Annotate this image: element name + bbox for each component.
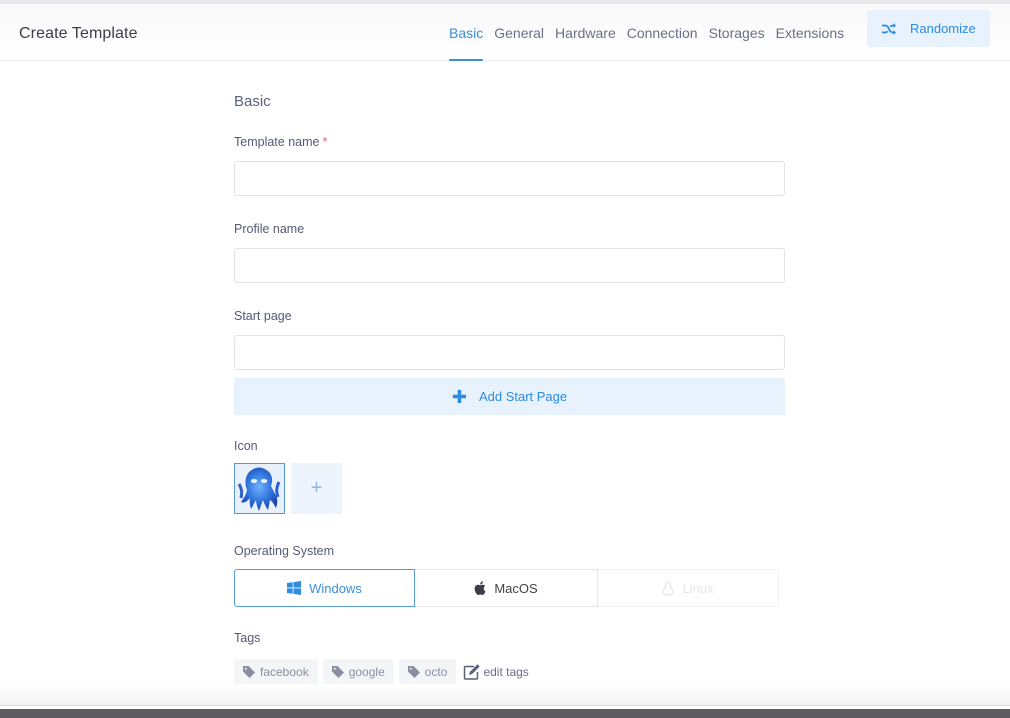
add-start-page-button[interactable]: ✚ Add Start Page (234, 378, 785, 415)
add-icon-button[interactable]: + (291, 463, 342, 514)
tag-icon (407, 665, 420, 678)
edit-icon (464, 663, 481, 680)
start-page-input[interactable] (234, 335, 785, 370)
tag-label: facebook (260, 664, 309, 679)
tag-label: google (348, 664, 385, 679)
os-option-macos[interactable]: MacOS (415, 569, 598, 607)
tag-icon (243, 665, 255, 678)
randomize-button[interactable]: Randomize (867, 10, 990, 47)
add-start-page-label: Add Start Page (478, 389, 568, 404)
os-selector: Windows MacOS Linux (234, 569, 779, 607)
profile-name-input[interactable] (234, 248, 785, 283)
start-page-label: Start page (234, 309, 292, 323)
edit-tags-button[interactable]: edit tags (463, 663, 529, 680)
tab-connection[interactable]: Connection (627, 4, 698, 61)
icon-label: Icon (234, 439, 258, 453)
plus-icon: ✚ (451, 386, 467, 407)
taskbar-strip (0, 709, 1010, 718)
template-name-label: Template name * (234, 135, 327, 149)
template-name-input[interactable] (234, 161, 785, 196)
tag-chip[interactable]: google (322, 659, 394, 684)
tab-general[interactable]: General (494, 4, 544, 61)
section-tabs: Basic General Hardware Connection Storag… (449, 4, 855, 61)
tags-label: Tags (234, 631, 261, 645)
tab-hardware[interactable]: Hardware (555, 4, 616, 61)
tag-chip[interactable]: octo (398, 659, 457, 684)
tag-icon (331, 665, 344, 678)
randomize-label: Randomize (910, 21, 976, 36)
os-windows-label: Windows (309, 580, 362, 596)
apple-icon (474, 581, 486, 595)
required-asterisk: * (322, 135, 328, 149)
os-macos-label: MacOS (494, 580, 538, 596)
template-name-label-text: Template name (234, 135, 320, 149)
linux-icon (662, 580, 675, 596)
windows-icon (287, 581, 302, 595)
section-title: Basic (234, 93, 271, 110)
os-option-linux[interactable]: Linux (598, 569, 779, 607)
tags-list: facebook google octo edit tags (234, 659, 529, 684)
page-title: Create Template (19, 25, 138, 42)
selected-profile-icon[interactable] (234, 463, 285, 514)
tab-extensions[interactable]: Extensions (776, 4, 844, 61)
tab-basic[interactable]: Basic (449, 4, 484, 61)
edit-tags-label: edit tags (483, 664, 529, 679)
os-linux-label: Linux (682, 580, 714, 596)
profile-name-label: Profile name (234, 222, 305, 236)
octopus-avatar-icon (235, 464, 284, 513)
tag-label: octo (424, 664, 448, 679)
os-option-windows[interactable]: Windows (234, 569, 415, 607)
operating-system-label: Operating System (234, 544, 335, 558)
tab-storages[interactable]: Storages (709, 4, 765, 61)
page-header: Create Template Basic General Hardware C… (0, 4, 1010, 61)
shuffle-icon (882, 22, 896, 35)
tag-chip[interactable]: facebook (234, 659, 318, 684)
bottom-fade (0, 684, 1010, 706)
